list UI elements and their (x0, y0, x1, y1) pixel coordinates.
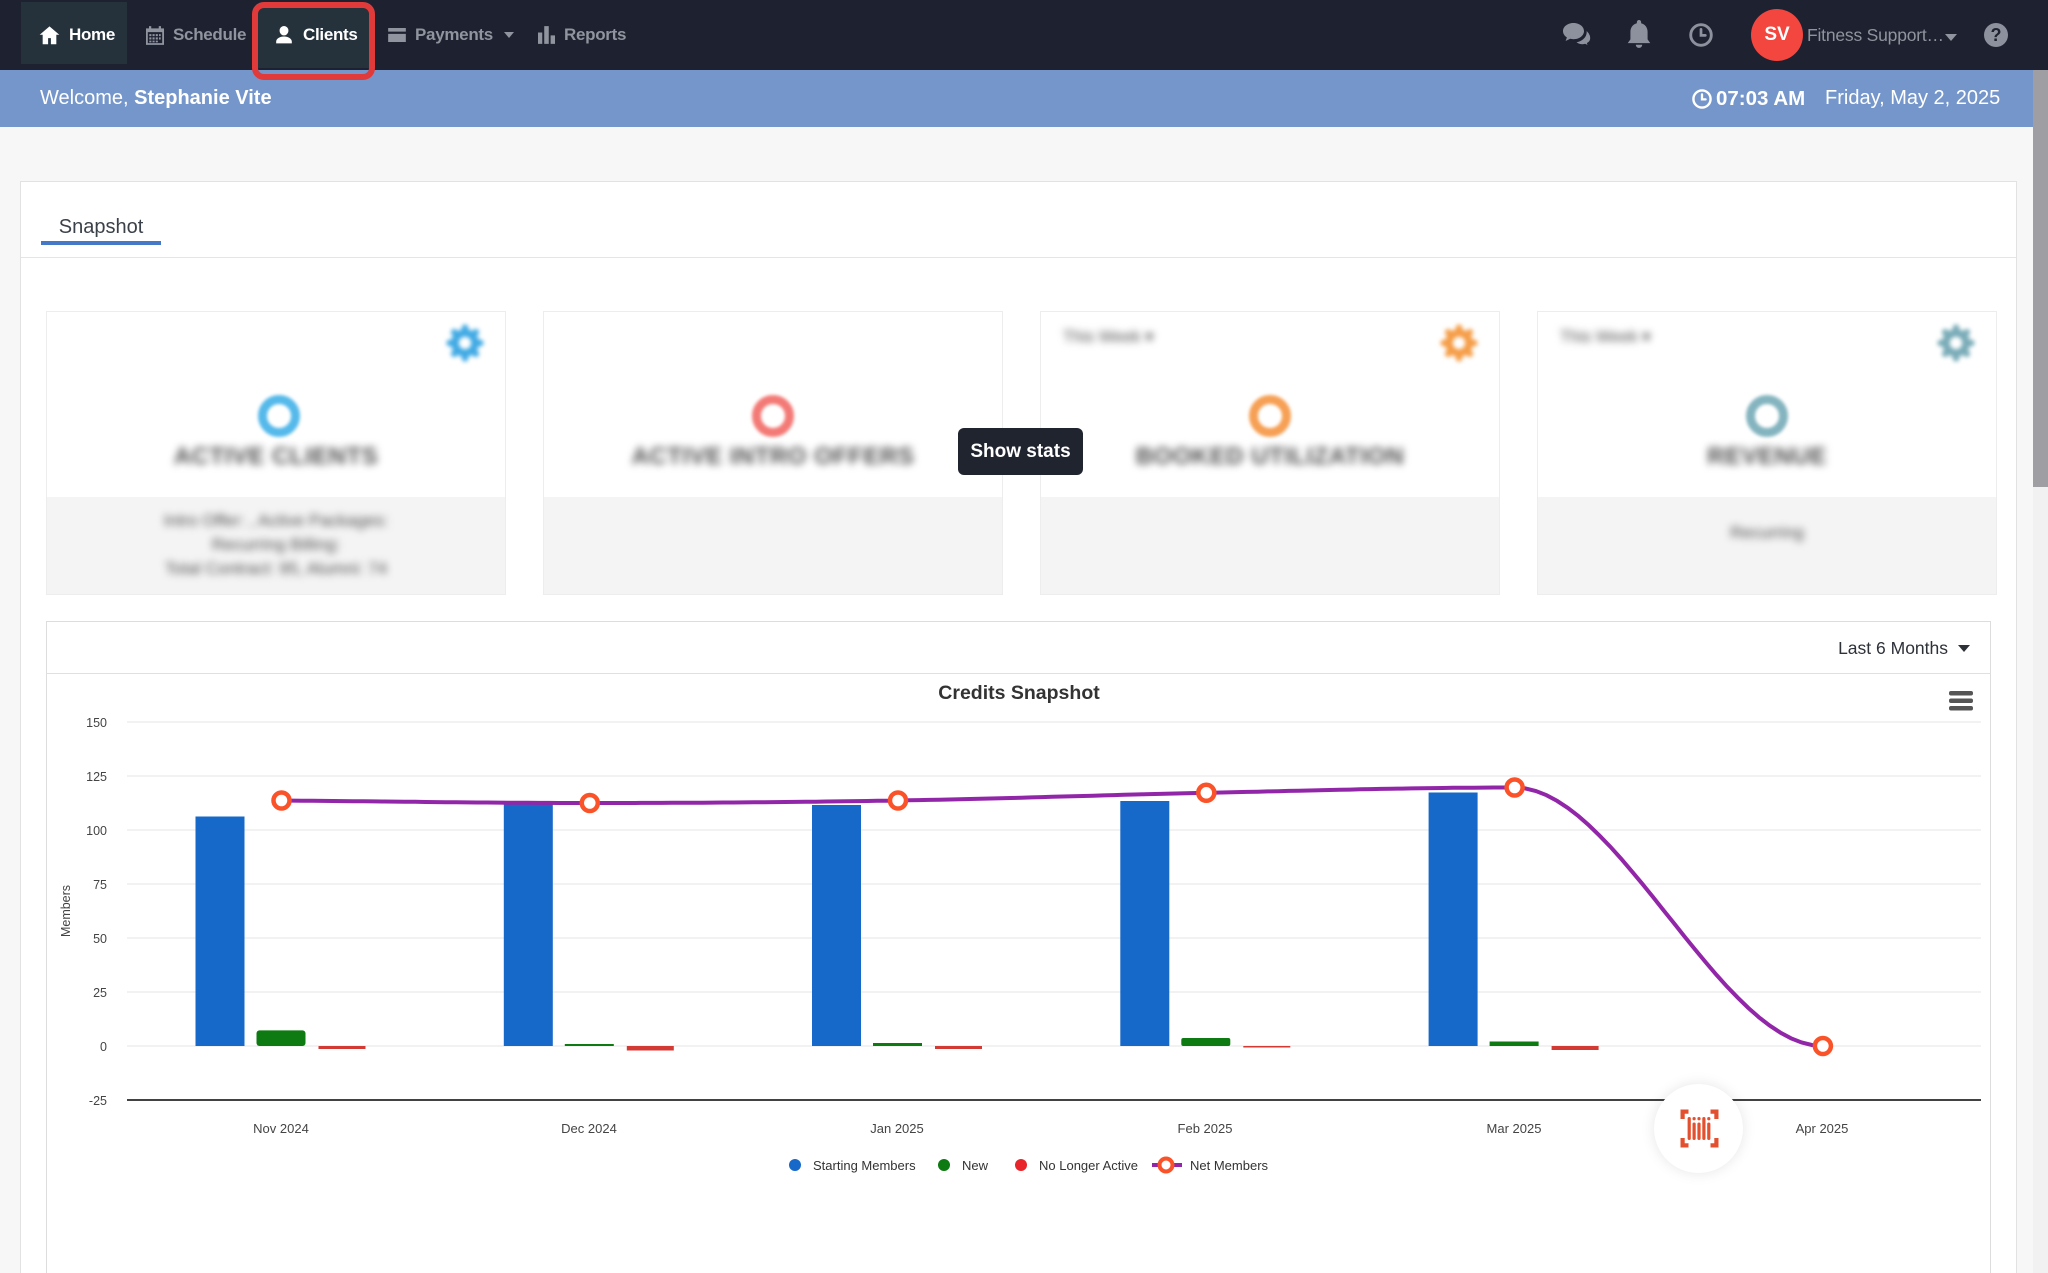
svg-text:Members: Members (59, 885, 73, 937)
svg-text:No Longer Active: No Longer Active (1039, 1158, 1138, 1173)
svg-text:New: New (962, 1158, 989, 1173)
svg-text:Feb 2025: Feb 2025 (1178, 1121, 1233, 1136)
svg-text:Credits Snapshot: Credits Snapshot (938, 682, 1100, 704)
svg-text:0: 0 (100, 1040, 107, 1054)
svg-text:Jan 2025: Jan 2025 (870, 1121, 924, 1136)
svg-text:75: 75 (93, 878, 107, 892)
svg-text:125: 125 (86, 770, 107, 784)
svg-text:Nov 2024: Nov 2024 (253, 1121, 309, 1136)
svg-text:100: 100 (86, 824, 107, 838)
svg-text:-25: -25 (89, 1094, 107, 1108)
svg-text:Net Members: Net Members (1190, 1158, 1269, 1173)
svg-text:Starting Members: Starting Members (813, 1158, 916, 1173)
svg-text:25: 25 (93, 986, 107, 1000)
svg-text:Dec 2024: Dec 2024 (561, 1121, 617, 1136)
svg-text:150: 150 (86, 716, 107, 730)
svg-text:Apr 2025: Apr 2025 (1796, 1121, 1849, 1136)
svg-text:50: 50 (93, 932, 107, 946)
svg-text:Mar 2025: Mar 2025 (1487, 1121, 1542, 1136)
